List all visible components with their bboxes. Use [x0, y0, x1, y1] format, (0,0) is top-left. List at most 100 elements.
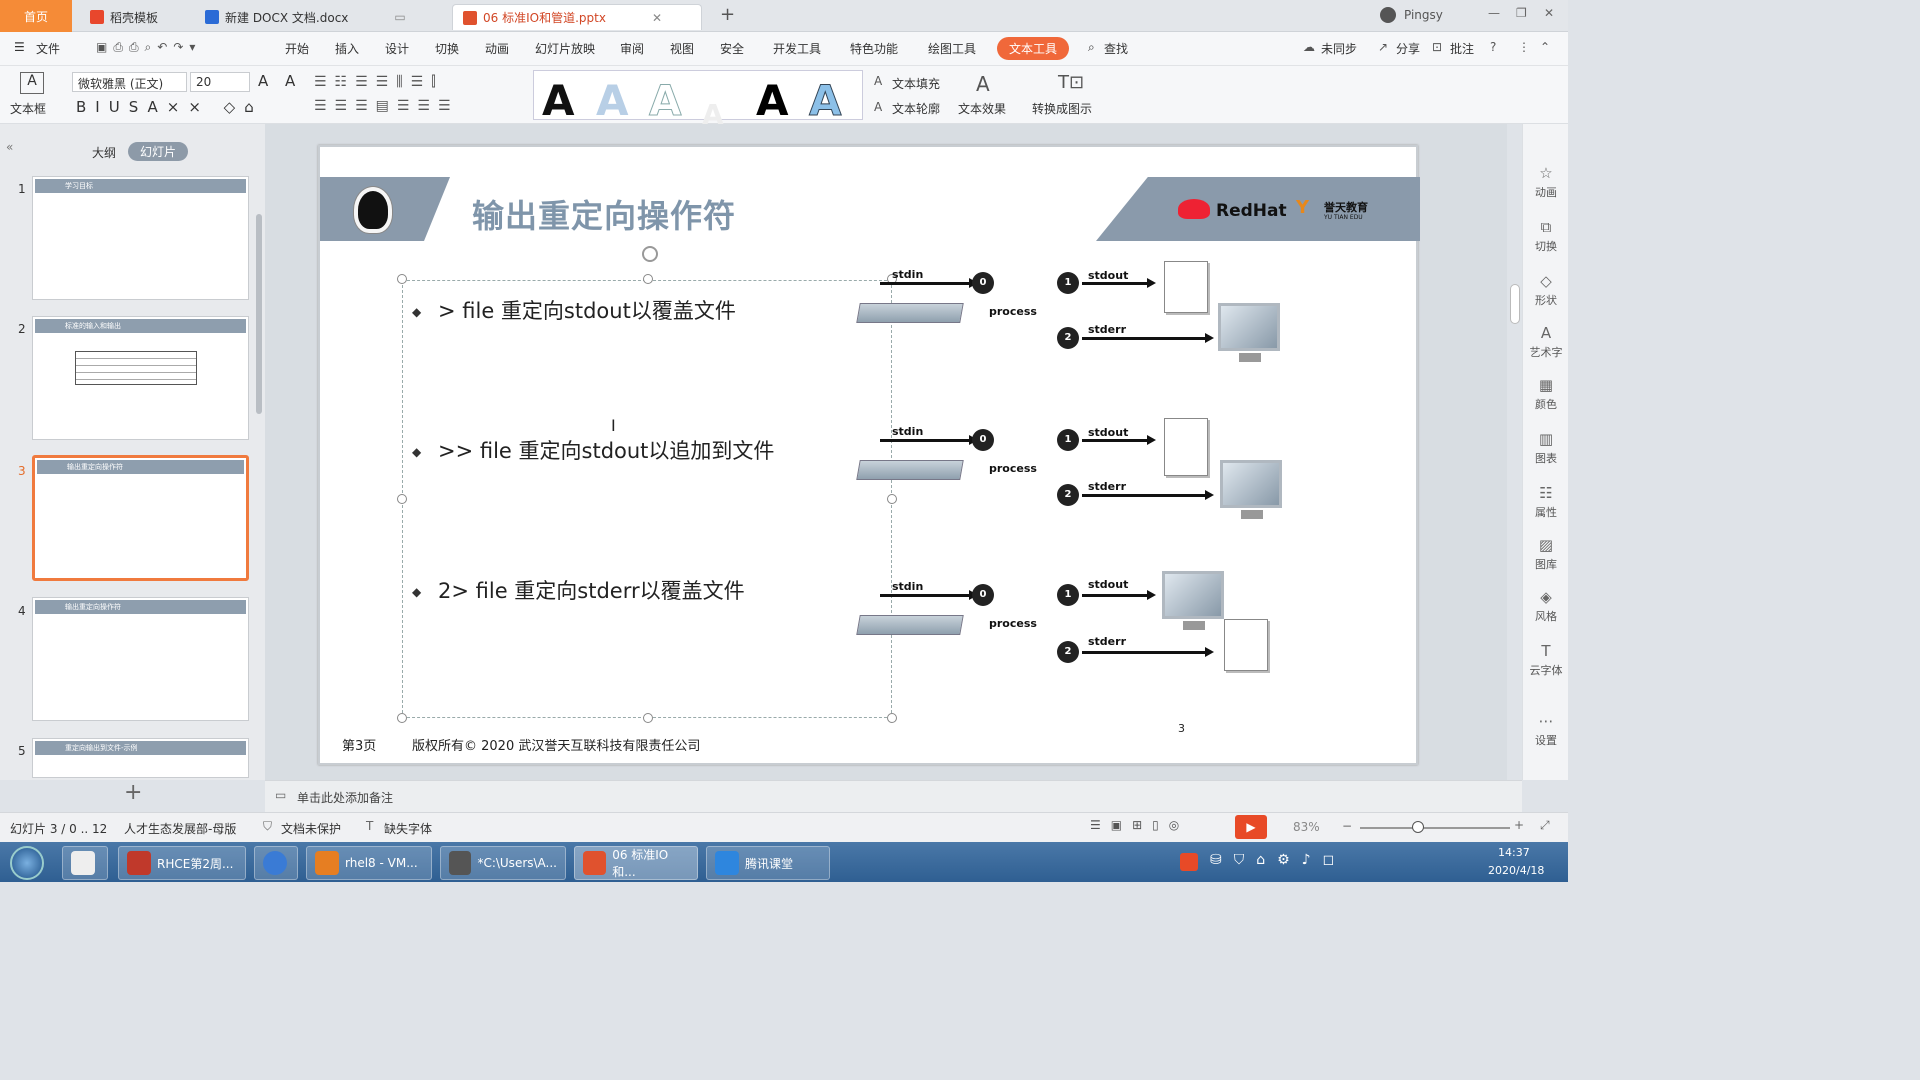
wordart-style-3[interactable]: A — [649, 78, 683, 123]
sync-icon[interactable]: ☁ — [1303, 40, 1315, 54]
taskbar-item[interactable]: RHCE第2周... — [118, 846, 246, 880]
text-outline-button[interactable]: 文本轮廓 — [892, 100, 940, 117]
menu-review[interactable]: 审阅 — [620, 40, 644, 57]
menu-view[interactable]: 视图 — [670, 40, 694, 57]
slide-thumb-1[interactable]: 学习目标 — [32, 176, 249, 300]
menu-design[interactable]: 设计 — [385, 40, 409, 57]
textbox-icon[interactable]: A — [20, 72, 44, 94]
tray-icons[interactable]: ⛁⛉⌂⚙♪◻ — [1210, 852, 1346, 868]
zoom-in-icon[interactable]: + — [1514, 818, 1524, 832]
text-fill-button[interactable]: 文本填充 — [892, 75, 940, 92]
minimize-icon[interactable]: — — [1488, 6, 1500, 20]
tab-slides[interactable]: 幻灯片 — [128, 142, 189, 161]
tab-docx[interactable]: 新建 DOCX 文档.docx ▭ — [195, 4, 416, 30]
menu-file[interactable]: 文件 — [36, 40, 60, 57]
slide-thumb-4[interactable]: 输出重定向操作符 — [32, 597, 249, 721]
zoom-slider[interactable] — [1360, 827, 1510, 829]
restore-icon[interactable]: ❐ — [1516, 6, 1527, 20]
slide-thumb-5[interactable]: 重定向输出到文件-示例 — [32, 738, 249, 778]
slide-thumb-2[interactable]: 标准的输入和输出 — [32, 316, 249, 440]
quick-access-icons[interactable]: ▣⎙⎙⌕↶↷▾ — [96, 40, 201, 55]
text-outline-icon[interactable]: A — [874, 100, 882, 114]
help-icon[interactable]: ? — [1490, 40, 1496, 54]
menu-drawing-tools[interactable]: 绘图工具 — [928, 40, 976, 57]
shape-panel-button[interactable]: ◇ 形状 — [1523, 272, 1569, 308]
zoom-level[interactable]: 83% — [1293, 820, 1320, 834]
close-icon[interactable]: ✕ — [652, 11, 662, 25]
tab-outline[interactable]: 大纲 — [92, 144, 116, 161]
window-close-icon[interactable]: ✕ — [1544, 6, 1554, 20]
wordart-style-5[interactable]: A — [756, 79, 789, 123]
menu-start[interactable]: 开始 — [285, 40, 309, 57]
animation-panel-button[interactable]: ☆ 动画 — [1523, 164, 1569, 200]
menu-features[interactable]: 特色功能 — [850, 40, 898, 57]
format-icons[interactable]: BIUSA×× ◇⌂ — [76, 98, 263, 116]
gallery-panel-button[interactable]: ▨ 图库 — [1523, 536, 1569, 572]
taskbar-item-active[interactable]: 06 标准IO和... — [574, 846, 698, 880]
property-panel-button[interactable]: ☷ 属性 — [1523, 484, 1569, 520]
canvas-scrollbar[interactable] — [1510, 284, 1520, 324]
protect-status[interactable]: 文档未保护 — [281, 820, 341, 837]
slide-thumb-3[interactable]: 输出重定向操作符 — [32, 455, 249, 581]
share-icon[interactable]: ↗ — [1378, 40, 1388, 54]
collapse-icon[interactable]: ⌃ — [1540, 40, 1550, 54]
zoom-slider-thumb[interactable] — [1412, 821, 1424, 833]
clock-date[interactable]: 2020/4/18 — [1488, 864, 1544, 877]
more-icon[interactable]: ⋮ — [1518, 40, 1530, 54]
menu-text-tools[interactable]: 文本工具 — [997, 37, 1070, 60]
sync-button[interactable]: 未同步 — [1321, 40, 1357, 57]
wordart-panel-button[interactable]: A 艺术字 — [1523, 324, 1569, 360]
missing-font-button[interactable]: 缺失字体 — [384, 820, 432, 837]
font-grow-shrink-icons[interactable]: A A — [258, 72, 301, 90]
ime-icon[interactable] — [1180, 853, 1198, 871]
chart-panel-button[interactable]: ▥ 图表 — [1523, 430, 1569, 466]
annotate-icon[interactable]: ⊡ — [1432, 40, 1442, 54]
cloud-font-panel-button[interactable]: T 云字体 — [1523, 642, 1569, 678]
resize-handle[interactable] — [887, 713, 897, 723]
view-mode-icons[interactable]: ☰▣⊞▯◎ — [1090, 818, 1189, 832]
convert-diagram-button[interactable]: 转换成图示 — [1032, 100, 1092, 117]
taskbar-app-pin[interactable] — [254, 846, 298, 880]
pin-icon[interactable]: ▭ — [394, 10, 405, 24]
menu-icon[interactable]: ☰ — [14, 40, 25, 54]
menu-insert[interactable]: 插入 — [335, 40, 359, 57]
menu-security[interactable]: 安全 — [720, 40, 744, 57]
share-button[interactable]: 分享 — [1396, 40, 1420, 57]
fit-window-icon[interactable]: ⤢ — [1540, 818, 1550, 833]
text-effect-icon[interactable]: A — [976, 72, 990, 96]
wordart-style-6[interactable]: A — [809, 78, 843, 123]
add-slide-icon[interactable]: + — [124, 780, 142, 805]
settings-panel-button[interactable]: ⋯ 设置 — [1523, 712, 1569, 748]
menu-developer[interactable]: 开发工具 — [773, 40, 821, 57]
transition-panel-button[interactable]: ⧉ 切换 — [1523, 218, 1569, 254]
search-icon[interactable]: ⌕ — [1088, 40, 1095, 55]
resize-handle[interactable] — [397, 713, 407, 723]
taskbar-item[interactable]: *C:\Users\A... — [440, 846, 566, 880]
color-panel-button[interactable]: ▦ 颜色 — [1523, 376, 1569, 412]
paragraph-icons[interactable]: ☰☷☰☰⫼☰⫿ — [314, 74, 444, 90]
textbox-button[interactable]: 文本框 — [10, 100, 46, 117]
clock-time[interactable]: 14:37 — [1498, 846, 1530, 859]
wordart-style-2[interactable]: A — [596, 79, 629, 123]
resize-handle[interactable] — [643, 713, 653, 723]
tab-pptx[interactable]: 06 标准IO和管道.pptx ✕ — [452, 4, 702, 30]
template-name[interactable]: 人才生态发展部-母版 — [124, 820, 236, 837]
resize-handle[interactable] — [397, 274, 407, 284]
play-slideshow-button[interactable]: ▶ — [1235, 815, 1267, 839]
bullet-text[interactable]: 2> file 重定向stderr以覆盖文件 — [438, 575, 745, 605]
resize-handle[interactable] — [397, 494, 407, 504]
wordart-style-1[interactable]: A — [542, 79, 575, 123]
search-button[interactable]: 查找 — [1104, 40, 1128, 57]
font-name-select[interactable]: 微软雅黑 (正文) — [72, 72, 187, 92]
selected-textbox[interactable] — [402, 280, 892, 718]
menu-transition[interactable]: 切换 — [435, 40, 459, 57]
taskbar-item[interactable]: rhel8 - VM... — [306, 846, 432, 880]
new-tab-icon[interactable]: + — [720, 4, 735, 25]
slide-title[interactable]: 输出重定向操作符 — [472, 191, 736, 237]
annotate-button[interactable]: 批注 — [1450, 40, 1474, 57]
collapse-panel-icon[interactable]: « — [6, 140, 13, 154]
text-effect-button[interactable]: 文本效果 — [958, 100, 1006, 117]
notes-area[interactable]: ▭ 单击此处添加备注 — [265, 780, 1522, 812]
taskbar-app-pin[interactable] — [62, 846, 108, 880]
convert-diagram-icon[interactable]: T⊡ — [1058, 72, 1084, 93]
